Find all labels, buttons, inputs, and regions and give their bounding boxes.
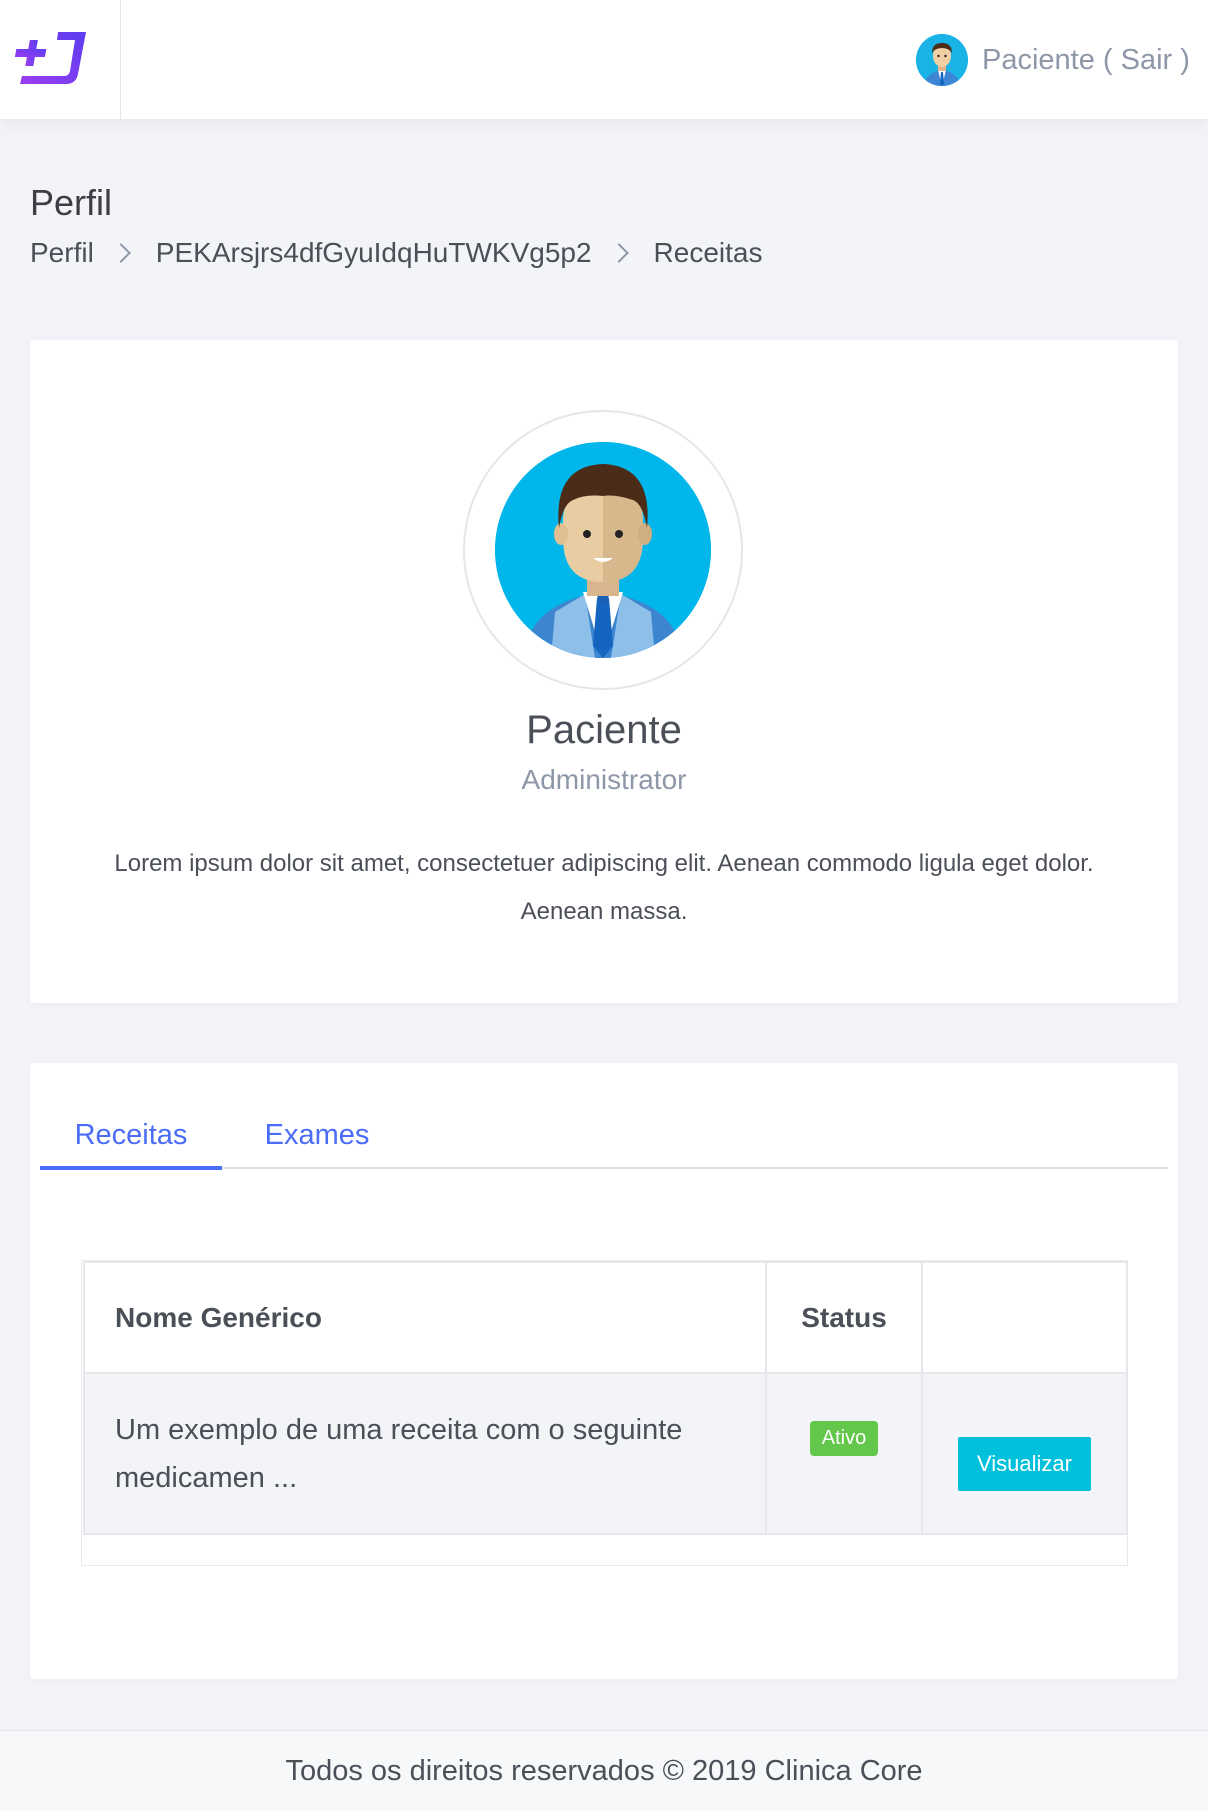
chevron-right-icon <box>608 243 629 263</box>
breadcrumb-item-id[interactable]: PEKArsjrs4dfGyuIdqHuTWKVg5p2 <box>156 237 592 269</box>
logo[interactable] <box>0 0 121 119</box>
chevron-right-icon <box>110 243 131 263</box>
table-row: Um exemplo de uma receita com o seguinte… <box>83 1372 1128 1535</box>
status-badge: Ativo <box>809 1421 879 1456</box>
profile-avatar-frame <box>463 410 743 690</box>
top-bar: Paciente ( Sair ) <box>0 0 1208 119</box>
profile-name: Paciente <box>526 708 682 752</box>
profile-role: Administrator <box>521 764 687 795</box>
profile-description: Lorem ipsum dolor sit amet, consectetuer… <box>114 850 1094 925</box>
action-cell: Visualizar <box>921 1372 1128 1535</box>
prescriptions-table: Nome Genérico Status Um exemplo de uma r… <box>83 1261 1128 1535</box>
profile-avatar-icon <box>495 442 711 658</box>
user-menu[interactable]: Paciente ( Sair ) <box>878 0 1208 119</box>
table-header-row: Nome Genérico Status <box>83 1261 1128 1374</box>
prescription-name: Um exemplo de uma receita com o seguinte… <box>83 1372 767 1535</box>
breadcrumb-item-current: Receitas <box>653 237 763 268</box>
column-header-status: Status <box>765 1261 923 1374</box>
profile-card: Paciente Administrator Lorem ipsum dolor… <box>30 340 1178 1003</box>
column-header-actions <box>921 1261 1128 1374</box>
tab-receitas[interactable]: Receitas <box>40 1119 222 1170</box>
prescriptions-table-container: Nome Genérico Status Um exemplo de uma r… <box>81 1260 1128 1566</box>
user-logout-link[interactable]: Paciente ( Sair ) <box>982 44 1190 77</box>
column-header-name: Nome Genérico <box>83 1261 767 1374</box>
view-button[interactable]: Visualizar <box>958 1436 1091 1491</box>
breadcrumb-item-perfil[interactable]: Perfil <box>30 237 94 269</box>
user-avatar-icon <box>916 34 968 86</box>
plus-j-logo-icon <box>14 32 86 84</box>
records-card: Receitas Exames Nome Genérico Status Um … <box>30 1063 1178 1679</box>
footer: Todos os direitos reservados © 2019 Clin… <box>0 1730 1208 1811</box>
page-title: Perfil <box>30 182 113 223</box>
tab-bar: Receitas Exames <box>40 1119 1168 1170</box>
tab-exames[interactable]: Exames <box>242 1119 392 1169</box>
status-cell: Ativo <box>765 1372 923 1535</box>
breadcrumb: Perfil PEKArsjrs4dfGyuIdqHuTWKVg5p2 Rece… <box>30 237 762 269</box>
